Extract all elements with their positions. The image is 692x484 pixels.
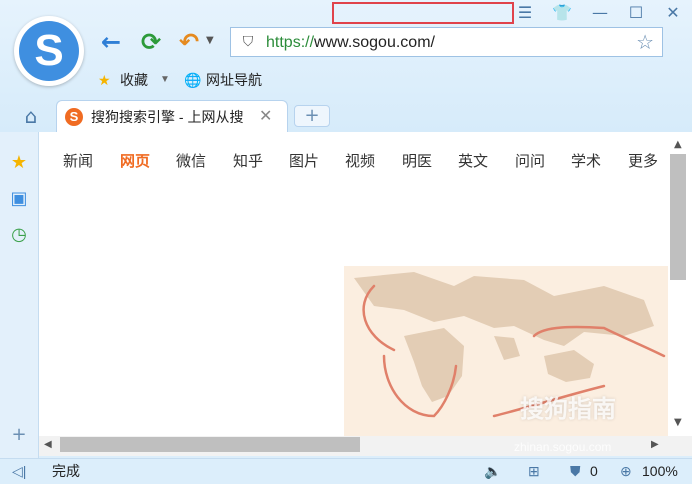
globe-icon: 🌐 [184, 72, 202, 88]
toolbox-icon[interactable]: ⊞ [528, 462, 540, 480]
menu-icon[interactable]: ☰ [512, 2, 538, 24]
scroll-up-icon[interactable]: ▲ [674, 138, 682, 152]
world-map-illustration [344, 266, 668, 436]
nav-zhihu[interactable]: 知乎 [233, 152, 263, 172]
minimize-button[interactable]: — [587, 2, 613, 24]
shirt-icon[interactable]: 👕 [549, 2, 575, 24]
site-nav-link[interactable]: 网址导航 [206, 70, 262, 90]
tab-active[interactable]: S 搜狗搜索引擎 - 上网从搜 ✕ [56, 100, 288, 133]
logo-s: S [19, 21, 79, 81]
zoom-level[interactable]: 100% [642, 462, 678, 480]
status-text: 完成 [52, 463, 80, 479]
tablet-icon[interactable]: ▣ [8, 188, 30, 210]
adblock-count: 0 [590, 463, 598, 479]
back-button[interactable]: ← [96, 28, 126, 56]
chevron-down-icon[interactable]: ▼ [160, 70, 170, 90]
nav-web[interactable]: 网页 [120, 152, 150, 172]
nav-video[interactable]: 视频 [345, 152, 375, 172]
shield-icon: ⛉ [242, 34, 254, 50]
sidebar: ★ ▣ ◷ + [0, 132, 39, 458]
nav-wenwen[interactable]: 问问 [515, 152, 545, 172]
favorites-button[interactable]: 收藏 [120, 70, 148, 90]
sogou-browser-logo[interactable]: S [14, 16, 84, 86]
vertical-scroll-thumb[interactable] [670, 154, 686, 280]
nav-more[interactable]: 更多 [628, 152, 658, 172]
tab-close-icon[interactable]: ✕ [259, 106, 272, 126]
status-bar: ◁| 完成 🔈 ⊞ ⛊ 0 ⊕ 100% [0, 458, 692, 484]
close-button[interactable]: ✕ [660, 2, 686, 24]
maximize-button[interactable]: ☐ [623, 2, 649, 24]
sidebar-toggle-icon[interactable]: ◁| [12, 462, 26, 480]
sogou-favicon-icon: S [65, 108, 83, 126]
new-tab-button[interactable]: + [294, 105, 330, 127]
nav-scholar[interactable]: 学术 [571, 152, 601, 172]
nav-english[interactable]: 英文 [458, 152, 488, 172]
address-url[interactable]: https://www.sogou.com/ [266, 34, 435, 52]
undo-close-tab-button[interactable]: ↶ [174, 28, 204, 56]
url-host: www.sogou.com/ [314, 34, 435, 51]
nav-mingyi[interactable]: 明医 [402, 152, 432, 172]
scroll-right-icon[interactable]: ▶ [651, 438, 659, 452]
watermark-url: zhinan.sogou.com [514, 440, 612, 454]
add-icon[interactable]: + [8, 424, 30, 446]
nav-images[interactable]: 图片 [289, 152, 319, 172]
zoom-icon[interactable]: ⊕ [620, 462, 632, 480]
speaker-icon[interactable]: 🔈 [484, 462, 501, 480]
url-scheme: https:// [266, 34, 315, 51]
address-bar[interactable]: ⛉ https://www.sogou.com/ ☆ [230, 27, 663, 57]
scroll-left-icon[interactable]: ◀ [44, 438, 52, 452]
tab-title: 搜狗搜索引擎 - 上网从搜 [91, 109, 244, 125]
page-content: 新闻 网页 微信 知乎 图片 视频 明医 英文 问问 学术 更多 [39, 132, 668, 436]
star-icon[interactable]: ☆ [636, 31, 654, 53]
home-icon[interactable]: ⌂ [18, 104, 44, 128]
nav-news[interactable]: 新闻 [63, 152, 93, 172]
favorites-star-icon: ★ [98, 72, 111, 88]
highlight-box [332, 2, 514, 24]
nav-weixin[interactable]: 微信 [176, 152, 206, 172]
refresh-button[interactable]: ⟳ [136, 28, 166, 56]
favorites-icon[interactable]: ★ [8, 152, 30, 174]
clock-icon[interactable]: ◷ [8, 224, 30, 246]
chevron-down-icon[interactable]: ▼ [206, 34, 214, 48]
watermark-brand: 搜狗指南 [520, 396, 616, 423]
scroll-down-icon[interactable]: ▼ [674, 416, 682, 430]
adblock-icon[interactable]: ⛊ [570, 462, 581, 480]
horizontal-scroll-thumb[interactable] [60, 437, 360, 452]
